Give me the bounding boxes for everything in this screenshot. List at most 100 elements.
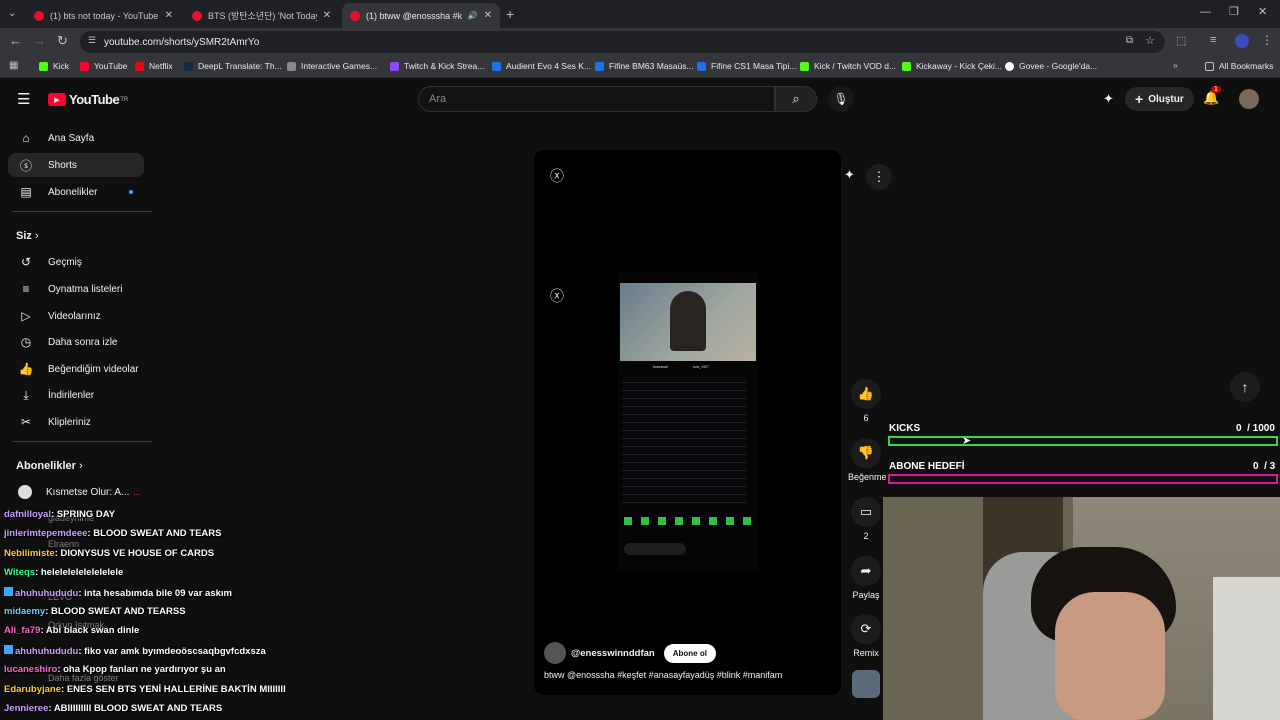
sidebar-item-downloads[interactable]: ⤓ İndirilenler (8, 383, 144, 407)
scroll-up-button[interactable]: ↑ (1230, 372, 1260, 402)
tab-search-icon[interactable]: ⌄ (8, 8, 16, 19)
extensions-icon[interactable]: ⬚ (1176, 34, 1186, 47)
profile-avatar-icon[interactable] (1235, 34, 1249, 48)
restore-button[interactable]: ❐ (1229, 5, 1239, 18)
deepl-icon (184, 61, 193, 71)
channel-avatar[interactable] (544, 642, 566, 664)
youtube-logo[interactable]: ▶ YouTube TR (48, 92, 128, 107)
sidebar-item-playlists[interactable]: ≡ Oynatma listeleri (8, 277, 144, 301)
sidebar-item-shorts[interactable]: ⓢ Shorts (8, 153, 144, 177)
short-video-player[interactable]: ⓧ ⓧ busesuali sow_1907 @enesswinnddfan A… (534, 150, 841, 695)
sidebar-item-liked-videos[interactable]: 👍 Beğendiğim videolar (8, 357, 144, 381)
bookmark-fifine-cs1[interactable]: Fifine CS1 Masa Tipi... (697, 61, 797, 71)
close-tab-icon[interactable]: ✕ (484, 10, 492, 21)
tab-1[interactable]: (1) bts not today - YouTube ✕ (26, 3, 181, 28)
sidebar-item-your-videos[interactable]: ▷ Videolarınız (8, 304, 144, 328)
bookmark-deepl[interactable]: DeepL Translate: Th... (184, 61, 282, 71)
reload-icon[interactable]: ↻ (57, 33, 68, 49)
sidebar-subscription-item[interactable]: Kısmetse Olur: A...... (8, 480, 144, 504)
menu-kebab-icon[interactable]: ⋮ (1261, 33, 1273, 47)
inner-emote-row (624, 517, 752, 525)
bookmark-twitch-kick[interactable]: Twitch & Kick Strea... (390, 61, 484, 71)
share-button[interactable]: ➦ Paylaş (848, 556, 884, 600)
you-section-header[interactable]: Siz › (16, 230, 39, 242)
like-button[interactable]: 👍 6 (848, 379, 884, 423)
bookmark-interactive-games[interactable]: Interactive Games... (287, 61, 377, 71)
abone-progress-bar (888, 474, 1278, 484)
bookmark-kick[interactable]: Kick (39, 61, 69, 71)
bookmarks-bar: ▦ Kick YouTube Netflix DeepL Translate: … (0, 56, 1280, 78)
forward-icon[interactable]: → (33, 33, 46, 48)
kicks-label: KICKS (889, 423, 921, 434)
chevron-right-icon: › (34, 230, 39, 242)
tab-3-active[interactable]: (1) btww @enosssha #keşfe 🔊 ✕ (342, 3, 500, 28)
address-bar-row: ← → ↻ ☰ youtube.com/shorts/ySMR2tAmrYo ⧉… (0, 28, 1280, 56)
omnibox[interactable]: ☰ youtube.com/shorts/ySMR2tAmrYo ⧉ ☆ (80, 31, 1165, 53)
mouse-cursor-icon: ➤ (962, 435, 972, 447)
check-icon (492, 61, 501, 71)
video-icon: ▷ (21, 309, 31, 323)
bookmark-govee[interactable]: Govee - Google'da... (1005, 61, 1097, 71)
sidebar-item-history[interactable]: ↺ Geçmiş (8, 250, 144, 274)
voice-search-button[interactable]: 🎙 (828, 86, 854, 112)
new-tab-button[interactable]: + (506, 6, 514, 22)
apps-grid-icon[interactable]: ▦ (9, 60, 18, 71)
create-button[interactable]: + Oluştur (1125, 87, 1194, 111)
close-tab-icon[interactable]: ✕ (165, 10, 173, 21)
thumbs-down-icon: 👎 (857, 445, 875, 460)
sidebar-item-home[interactable]: ⌂ Ana Sayfa (8, 126, 144, 150)
back-icon[interactable]: ← (9, 33, 22, 48)
remix-button[interactable]: ⟳ Remix (848, 614, 884, 658)
media-icon[interactable]: ≡ (1210, 34, 1216, 46)
check-icon (595, 61, 604, 71)
channel-name[interactable]: @enesswinnddfan (571, 648, 655, 659)
bookmark-star-icon[interactable]: ☆ (1145, 34, 1155, 47)
sidebar-item-clips[interactable]: ✂ Klipleriniz (8, 410, 144, 434)
gemini-icon[interactable]: ✦ (1103, 91, 1114, 107)
bookmark-kickaway[interactable]: Kickaway - Kick Çeki... (902, 61, 1002, 71)
sidebar-item-subscriptions[interactable]: ▤ Abonelikler (8, 180, 144, 204)
all-bookmarks[interactable]: All Bookmarks (1205, 61, 1273, 71)
subscribe-button[interactable]: Abone ol (663, 643, 716, 663)
bookmark-kick-vod[interactable]: Kick / Twitch VOD d... (800, 61, 896, 71)
sound-avatar[interactable] (852, 670, 880, 698)
tab-title: (1) btww @enosssha #keşfe (366, 10, 462, 21)
comments-button[interactable]: ▭ 2 (848, 497, 884, 541)
bookmark-audient[interactable]: Audient Evo 4 Ses K... (492, 61, 591, 71)
sidebar-item-watch-later[interactable]: ◷ Daha sonra izle (8, 330, 144, 354)
goal-widget: KICKS 0 / 1000 ABONE HEDEFİ 0 / 3 (886, 420, 1280, 495)
bookmark-youtube[interactable]: YouTube (80, 61, 127, 71)
close-window-button[interactable]: ✕ (1258, 5, 1267, 18)
gemini-ask-icon[interactable]: ✦ (844, 167, 855, 183)
audio-icon[interactable]: 🔊 (468, 11, 478, 20)
minimize-button[interactable]: — (1200, 6, 1211, 18)
chat-message: ahuhuhududu: fiko var amk byımdeoöscsaqb… (4, 645, 266, 657)
chat-message: ahuhuhududu: inta hesabımda bile 09 var … (4, 587, 232, 599)
notifications-button[interactable]: 🔔 1 (1203, 86, 1221, 106)
history-icon: ↺ (20, 255, 32, 269)
kick-icon (39, 61, 48, 71)
search-button[interactable]: ⌕ (775, 86, 817, 112)
dislike-button[interactable]: 👎 Beğenme (848, 438, 887, 482)
new-dot (129, 190, 133, 194)
inner-stream-frame (620, 283, 756, 361)
install-icon[interactable]: ⧉ (1126, 35, 1133, 46)
bookmark-netflix[interactable]: Netflix (135, 61, 173, 71)
more-bookmarks-icon[interactable]: » (1173, 60, 1178, 70)
bookmark-fifine-bm63[interactable]: Fifine BM63 Masaüs... (595, 61, 694, 71)
page-icon (287, 61, 296, 71)
streamer-silhouette (670, 291, 706, 351)
youtube-favicon (34, 10, 44, 21)
hamburger-menu-icon[interactable]: ☰ (17, 90, 30, 108)
close-tab-icon[interactable]: ✕ (323, 10, 331, 21)
check-icon (697, 61, 706, 71)
sidebar-divider (12, 441, 152, 442)
subscriptions-section-header[interactable]: Abonelikler › (16, 460, 83, 472)
account-avatar[interactable] (1239, 89, 1259, 109)
webcam-shelf-right (1213, 577, 1280, 720)
site-info-icon[interactable]: ☰ (88, 35, 96, 46)
more-options-icon[interactable]: ⋮ (866, 164, 892, 190)
search-input[interactable]: Ara (418, 86, 775, 112)
clock-icon: ◷ (20, 335, 32, 349)
tab-2[interactable]: BTS (방탄소년단) 'Not Today' O ✕ (184, 3, 339, 28)
